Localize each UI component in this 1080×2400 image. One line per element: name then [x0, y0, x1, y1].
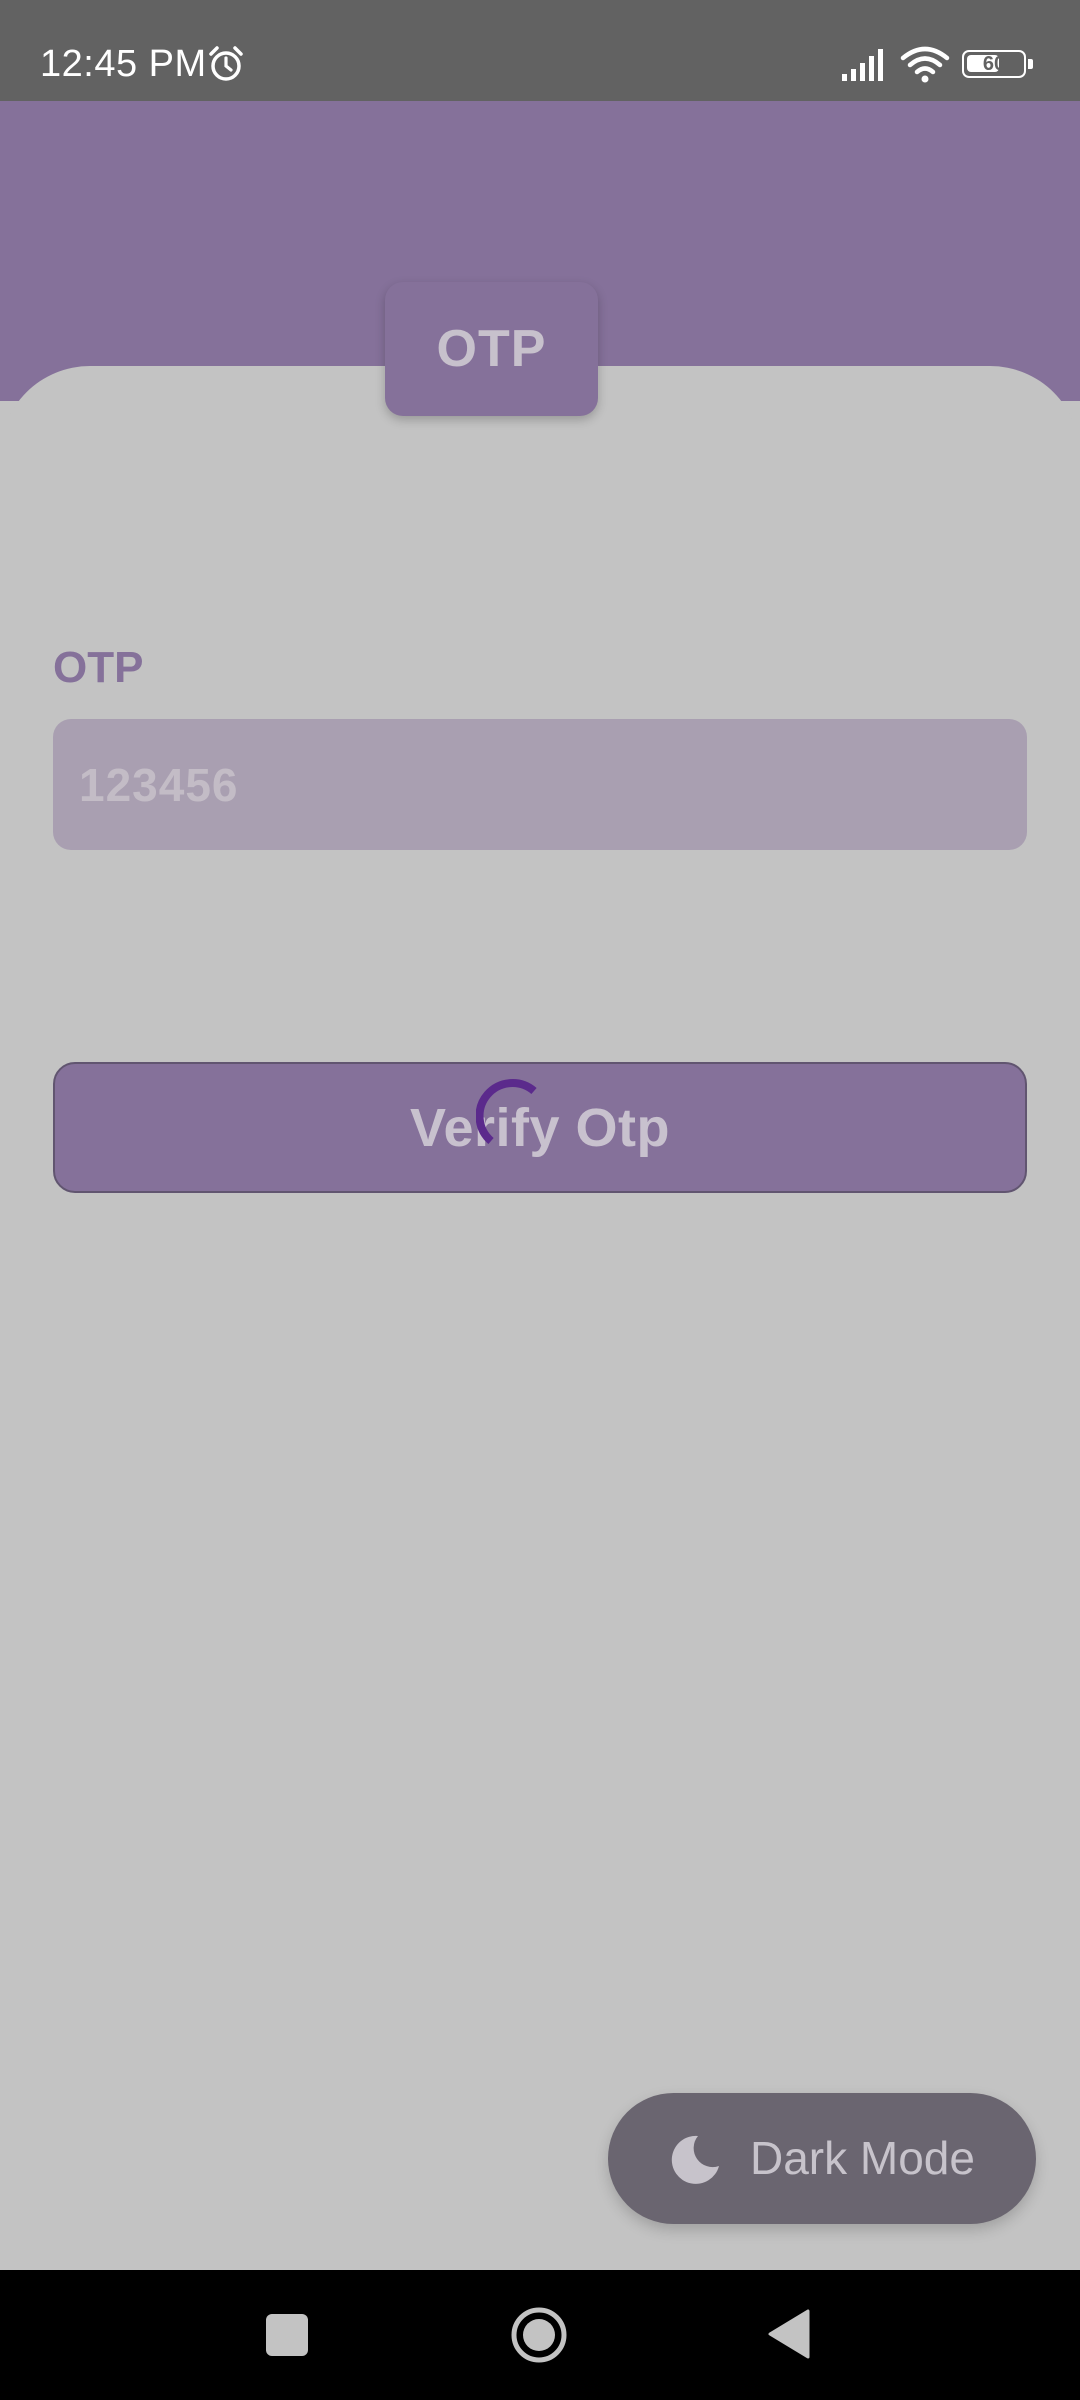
signal-icon	[842, 49, 883, 81]
otp-input-value: 123456	[79, 758, 239, 811]
status-time: 12:45 PM	[40, 43, 207, 85]
system-nav-bar	[0, 2270, 1080, 2400]
loading-spinner-icon	[476, 1079, 537, 1145]
back-icon[interactable]	[766, 2308, 812, 2360]
dark-mode-label: Dark Mode	[750, 2132, 975, 2184]
alarm-icon	[209, 46, 243, 81]
wifi-icon	[900, 46, 950, 83]
otp-field-label: OTP	[53, 643, 144, 692]
moon-icon	[671, 2135, 719, 2184]
dark-mode-button[interactable]: Dark Mode	[608, 2093, 1036, 2224]
content-card	[0, 366, 1080, 2270]
recents-icon[interactable]	[266, 2314, 308, 2356]
battery-icon: 60	[962, 50, 1036, 80]
home-icon[interactable]	[510, 2306, 568, 2364]
otp-input[interactable]: 123456	[53, 719, 1027, 850]
page-title-badge: OTP	[385, 282, 598, 416]
battery-level: 60	[982, 53, 1006, 75]
status-bar: 12:45 PM 60	[0, 0, 1080, 101]
